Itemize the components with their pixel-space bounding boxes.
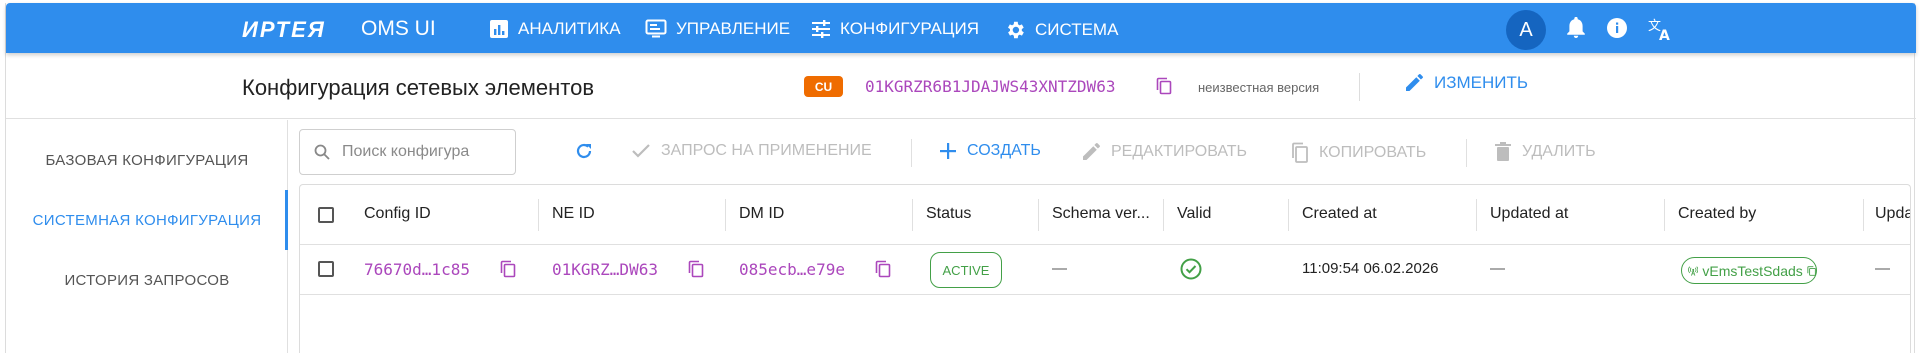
table-row[interactable]: 76670d…1c85 01KGRZ…DW63 085ecb…e79e ACTI… [300,245,1910,295]
column-header-created-by[interactable]: Created by [1678,205,1756,223]
valid-check-icon [1180,258,1202,284]
column-header-ne-id[interactable]: NE ID [552,205,595,223]
copy-icon[interactable] [875,260,891,283]
delete-label: УДАЛИТЬ [1522,143,1596,160]
sidebar-item-request-history[interactable]: ИСТОРИЯ ЗАПРОСОВ [6,272,288,289]
plus-icon [940,143,956,159]
created-by-label: vEmsTestSdads [1702,262,1803,279]
sidebar-item-system-config[interactable]: СИСТЕМНАЯ КОНФИГУРАЦИЯ [6,212,288,229]
page-header: Конфигурация сетевых элементов CU 01KGRZ… [6,53,1916,119]
column-header-schema-version[interactable]: Schema ver... [1052,205,1150,223]
column-header-updated-at[interactable]: Updated at [1490,205,1568,223]
ne-id-cell: 01KGRZ…DW63 [552,260,658,279]
monitor-icon [645,19,667,38]
nav-configuration-label: КОНФИГУРАЦИЯ [840,19,979,38]
search-icon [314,144,330,160]
table-header: Config ID NE ID DM ID Status Schema ver.… [300,185,1910,245]
create-label: СОЗДАТЬ [967,142,1041,159]
column-header-created-at[interactable]: Created at [1302,205,1377,223]
nav-system-label: СИСТЕМА [1035,20,1119,39]
svg-text:A: A [1659,28,1670,41]
column-divider [1288,199,1289,231]
version-label: неизвестная версия [1198,80,1320,95]
delete-button[interactable]: УДАЛИТЬ [1494,142,1596,162]
config-id-cell: 76670d…1c85 [364,260,470,279]
change-button[interactable]: ИЗМЕНИТЬ [1404,73,1528,93]
sidebar-item-base-config[interactable]: БАЗОВАЯ КОНФИГУРАЦИЯ [6,152,288,169]
toolbar-divider [911,139,912,167]
column-divider [1163,199,1164,231]
row-checkbox[interactable] [318,261,334,277]
page-title: Конфигурация сетевых элементов [242,75,595,100]
ne-type-badge: CU [804,76,843,97]
column-divider [1664,199,1665,231]
trash-icon [1495,142,1511,161]
column-divider [1863,199,1864,231]
created-by-chip[interactable]: vEmsTestSdads [1681,257,1817,284]
antenna-icon [1688,265,1699,276]
nav-management-label: УПРАВЛЕНИЕ [676,19,791,38]
ne-id-value: 01KGRZR6B1JDAJWS43XNTZDW63 [865,77,1116,96]
refresh-button[interactable] [574,141,604,161]
change-button-label: ИЗМЕНИТЬ [1434,73,1529,92]
user-avatar[interactable]: A [1506,10,1546,50]
top-app-bar: ИРТЕЯ OMS UI АНАЛИТИКА УПРАВЛЕНИЕ КОНФИГ… [6,3,1916,53]
updated-by-cell: — [1875,260,1890,277]
select-all-checkbox[interactable] [318,207,334,223]
create-button[interactable]: СОЗДАТЬ [939,142,1041,160]
search-input[interactable] [342,143,502,161]
search-field[interactable] [299,129,516,175]
gear-icon [1008,21,1024,39]
edit-label: РЕДАКТИРОВАТЬ [1111,143,1248,160]
copy-icon[interactable] [1156,77,1172,100]
nav-system[interactable]: СИСТЕМА [1004,19,1118,41]
column-divider [725,199,726,231]
nav-management[interactable]: УПРАВЛЕНИЕ [645,19,790,39]
translate-icon[interactable]: 文A [1648,17,1674,46]
updated-at-cell: — [1490,260,1505,277]
brand-logo[interactable]: ИРТЕЯ [242,17,326,43]
created-at-cell: 11:09:54 06.02.2026 [1302,260,1439,277]
bar-chart-icon [490,20,508,38]
info-icon[interactable] [1606,17,1628,44]
column-divider [912,199,913,231]
copy-button[interactable]: КОПИРОВАТЬ [1291,142,1426,164]
column-header-config-id[interactable]: Config ID [364,205,431,223]
pencil-icon [1406,74,1423,91]
column-header-dm-id[interactable]: DM ID [739,205,784,223]
column-divider [1476,199,1477,231]
bell-icon[interactable] [1566,16,1586,44]
check-icon [632,144,650,158]
app-name: OMS UI [361,17,436,40]
nav-analytics-label: АНАЛИТИКА [518,19,621,38]
toolbar-divider [1466,139,1467,167]
active-tab-indicator [285,190,288,250]
copy-icon[interactable] [1807,262,1816,280]
sliders-icon [812,20,830,38]
column-header-updated-by[interactable]: Upda [1875,205,1910,223]
nav-configuration[interactable]: КОНФИГУРАЦИЯ [811,19,979,39]
column-divider [1038,199,1039,231]
edit-button[interactable]: РЕДАКТИРОВАТЬ [1081,142,1247,162]
copy-icon[interactable] [688,260,704,283]
apply-request-label: ЗАПРОС НА ПРИМЕНЕНИЕ [661,142,872,159]
column-header-valid[interactable]: Valid [1177,205,1211,223]
config-table: Config ID NE ID DM ID Status Schema ver.… [299,184,1911,353]
dm-id-cell: 085ecb…e79e [739,260,845,279]
refresh-icon [576,143,592,159]
nav-analytics[interactable]: АНАЛИТИКА [489,19,621,39]
status-badge: ACTIVE [930,252,1002,288]
copy-icon[interactable] [500,260,516,283]
copy-icon [1292,142,1308,163]
apply-request-button[interactable]: ЗАПРОС НА ПРИМЕНЕНИЕ [631,142,872,160]
copy-label: КОПИРОВАТЬ [1319,144,1427,161]
schema-version-cell: — [1052,260,1067,277]
pencil-icon [1083,143,1100,160]
sidebar: БАЗОВАЯ КОНФИГУРАЦИЯ СИСТЕМНАЯ КОНФИГУРА… [6,120,288,353]
column-header-status[interactable]: Status [926,205,971,223]
app-frame: ИРТЕЯ OMS UI АНАЛИТИКА УПРАВЛЕНИЕ КОНФИГ… [5,3,1916,353]
column-divider [538,199,539,231]
divider [1359,73,1360,101]
